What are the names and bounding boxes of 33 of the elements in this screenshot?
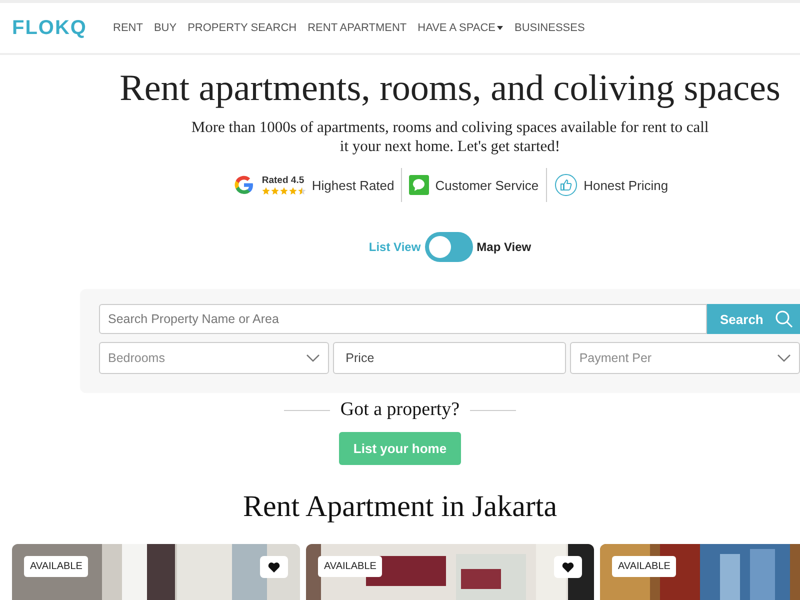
status-badge: AVAILABLE <box>318 556 382 577</box>
chat-icon <box>409 175 430 195</box>
badge-label: Customer Service <box>435 178 539 192</box>
google-icon <box>232 173 256 197</box>
page-title: Rent apartments, rooms, and coliving spaces <box>118 67 782 110</box>
cta-heading: Got a property? <box>340 399 460 421</box>
nav-link[interactable]: RENT <box>113 22 143 34</box>
subtitle: More than 1000s of apartments, rooms and coliving spaces available for rent to call it your next home. Let's get started! <box>190 118 710 156</box>
status-badge: AVAILABLE <box>612 556 676 577</box>
favorite-button[interactable] <box>554 556 582 578</box>
nav-link[interactable]: BUSINESSES <box>514 22 585 34</box>
search-icon <box>775 310 794 328</box>
badge-label: Highest Rated <box>312 178 394 192</box>
price-field[interactable]: Price <box>332 342 566 374</box>
rating-text: Rated 4.5 <box>262 175 306 186</box>
dropdown-field[interactable]: Payment Per <box>570 342 800 374</box>
chevron-down-icon <box>777 354 792 362</box>
badge-label: Honest Pricing <box>584 178 668 192</box>
nav-link[interactable]: HAVE A SPACE <box>418 22 504 34</box>
status-badge: AVAILABLE <box>24 556 88 577</box>
toggle-label[interactable]: Map View <box>476 240 532 254</box>
heart-icon <box>268 562 280 572</box>
heart-icon <box>562 562 574 572</box>
thumbs-up-icon <box>554 173 578 197</box>
view-toggle[interactable] <box>424 232 473 262</box>
nav-link[interactable]: BUY <box>154 22 177 34</box>
chevron-down-icon <box>306 354 320 362</box>
dropdown-field[interactable]: Bedrooms <box>99 342 329 374</box>
favorite-button[interactable] <box>260 556 288 578</box>
nav-link[interactable]: PROPERTY SEARCH <box>188 22 297 34</box>
section-title: Rent Apartment in Jakarta <box>242 490 558 524</box>
search-field[interactable]: Search Property Name or Area <box>99 304 707 334</box>
nav-link[interactable]: RENT APARTMENT <box>308 22 407 34</box>
